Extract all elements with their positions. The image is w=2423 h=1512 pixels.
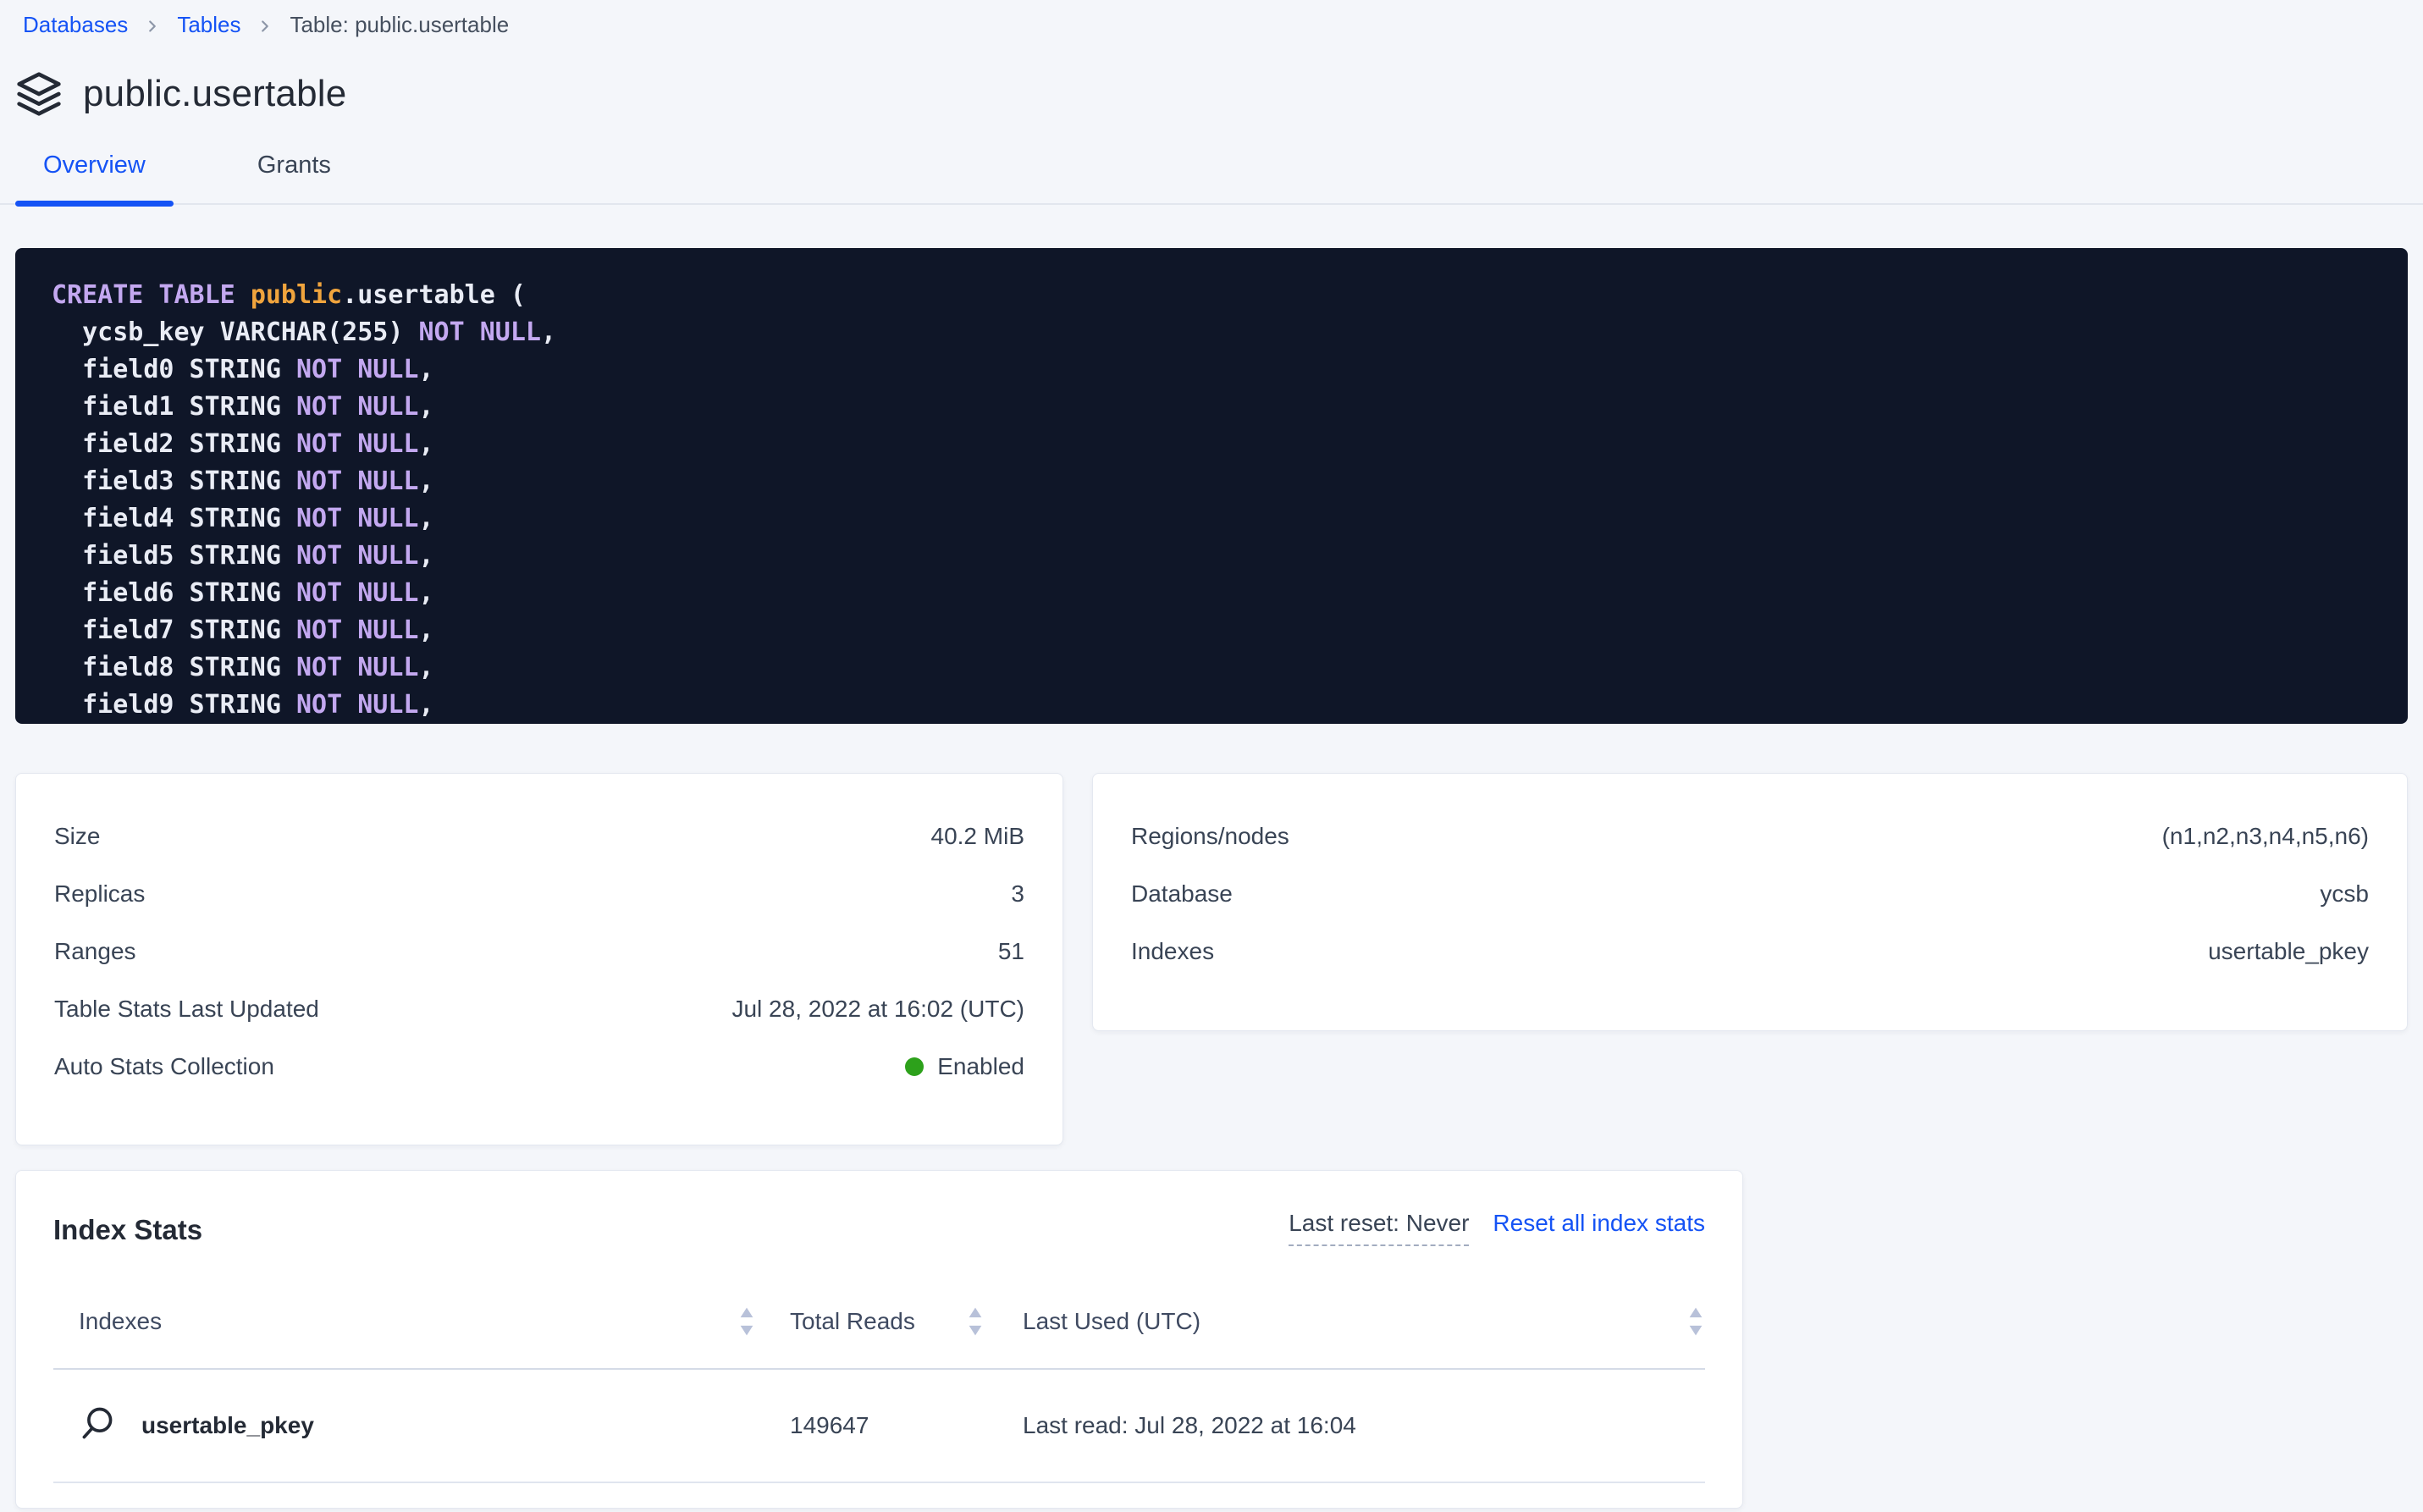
- detail-cards: Size 40.2 MiB Replicas 3 Ranges 51 Table Stats…: [15, 773, 2408, 1145]
- sql-line: field6 STRING NOT NULL,: [52, 575, 2374, 612]
- last-used-value: Last read: Jul 28, 2022 at 16:04: [1023, 1412, 1356, 1439]
- index-name-cell: usertable_pkey: [53, 1404, 756, 1448]
- page-title: public.usertable: [83, 73, 346, 115]
- index-stats-title: Index Stats: [53, 1214, 202, 1246]
- index-table-header: Indexes Total Reads Last Used (UTC): [53, 1275, 1705, 1370]
- sql-line: field3 STRING NOT NULL,: [52, 463, 2374, 500]
- column-label: Indexes: [79, 1308, 162, 1335]
- stat-row: Regions/nodes (n1,n2,n3,n4,n5,n6): [1131, 808, 2369, 865]
- stat-row: Replicas 3: [54, 865, 1024, 923]
- stat-row: Ranges 51: [54, 923, 1024, 980]
- table-info-card: Regions/nodes (n1,n2,n3,n4,n5,n6) Database…: [1092, 773, 2408, 1031]
- chevron-right-icon: [143, 17, 162, 36]
- index-name: usertable_pkey: [141, 1412, 314, 1439]
- sql-line: field1 STRING NOT NULL,: [52, 389, 2374, 426]
- stat-value: ycsb: [2320, 880, 2369, 908]
- tab-overview[interactable]: Overview: [15, 152, 174, 203]
- page-header: public.usertable: [15, 70, 2423, 118]
- stat-label: Auto Stats Collection: [54, 1053, 274, 1080]
- column-label: Total Reads: [790, 1308, 915, 1335]
- layers-icon: [15, 70, 63, 118]
- stat-label: Size: [54, 823, 100, 850]
- index-stats-header: Index Stats Last reset: Never Reset all …: [53, 1171, 1705, 1246]
- table-stats-card: Size 40.2 MiB Replicas 3 Ranges 51 Table Stats…: [15, 773, 1063, 1145]
- reset-index-stats-link[interactable]: Reset all index stats: [1493, 1210, 1705, 1237]
- sql-line: field9 STRING NOT NULL,: [52, 687, 2374, 724]
- sql-line: field0 STRING NOT NULL,: [52, 351, 2374, 389]
- breadcrumb-link-databases[interactable]: Databases: [23, 12, 128, 38]
- stat-row: Indexes usertable_pkey: [1131, 923, 2369, 980]
- stat-value: usertable_pkey: [2208, 938, 2369, 965]
- breadcrumb-current: Table: public.usertable: [290, 12, 509, 38]
- index-table-row: usertable_pkey 149647 Last read: Jul 28,…: [53, 1370, 1705, 1483]
- sort-icon[interactable]: [1686, 1306, 1705, 1337]
- stat-row: Auto Stats Collection Enabled: [54, 1038, 1024, 1095]
- stat-row: Size 40.2 MiB: [54, 808, 1024, 865]
- stat-value: Enabled: [905, 1053, 1024, 1080]
- last-used-cell: Last read: Jul 28, 2022 at 16:04: [985, 1412, 1705, 1439]
- stat-row: Database ycsb: [1131, 865, 2369, 923]
- sql-line: CREATE TABLE public.usertable (: [52, 277, 2374, 314]
- stat-label: Replicas: [54, 880, 145, 908]
- sql-line: field4 STRING NOT NULL,: [52, 500, 2374, 538]
- column-header-last-used[interactable]: Last Used (UTC): [985, 1306, 1705, 1337]
- stat-value: 40.2 MiB: [931, 823, 1025, 850]
- stat-value: 51: [998, 938, 1024, 965]
- breadcrumb: Databases Tables Table: public.usertable: [0, 0, 2423, 38]
- stat-label: Regions/nodes: [1131, 823, 1289, 850]
- sort-icon[interactable]: [966, 1306, 985, 1337]
- sql-line: field2 STRING NOT NULL,: [52, 426, 2374, 463]
- last-reset-label: Last reset: Never: [1289, 1210, 1469, 1246]
- sql-line: field5 STRING NOT NULL,: [52, 538, 2374, 575]
- total-reads-cell: 149647: [756, 1412, 985, 1439]
- stat-label: Table Stats Last Updated: [54, 996, 319, 1023]
- sql-code: CREATE TABLE public.usertable ( ycsb_key…: [15, 248, 2408, 724]
- column-header-total-reads[interactable]: Total Reads: [756, 1306, 985, 1337]
- stat-label: Indexes: [1131, 938, 1214, 965]
- search-icon: [79, 1404, 116, 1448]
- sql-line: ycsb_key VARCHAR(255) NOT NULL,: [52, 314, 2374, 351]
- stat-row: Table Stats Last Updated Jul 28, 2022 at …: [54, 980, 1024, 1038]
- stat-label: Ranges: [54, 938, 136, 965]
- stat-label: Database: [1131, 880, 1233, 908]
- column-header-indexes[interactable]: Indexes: [53, 1306, 756, 1337]
- stat-value: Jul 28, 2022 at 16:02 (UTC): [731, 996, 1024, 1023]
- table-details-page: Databases Tables Table: public.usertable…: [0, 0, 2423, 1512]
- tab-grants[interactable]: Grants: [229, 152, 359, 203]
- breadcrumb-link-tables[interactable]: Tables: [177, 12, 240, 38]
- sql-line: field7 STRING NOT NULL,: [52, 612, 2374, 649]
- chevron-right-icon: [256, 17, 274, 36]
- status-dot-icon: [905, 1057, 924, 1076]
- tab-bar: Overview Grants: [0, 152, 2423, 205]
- stat-value: 3: [1011, 880, 1024, 908]
- index-stats-card: Index Stats Last reset: Never Reset all …: [15, 1170, 1743, 1509]
- sql-line: field8 STRING NOT NULL,: [52, 649, 2374, 687]
- column-label: Last Used (UTC): [1023, 1308, 1200, 1335]
- index-stats-controls: Last reset: Never Reset all index stats: [1289, 1210, 1705, 1246]
- sort-icon[interactable]: [737, 1306, 756, 1337]
- total-reads-value: 149647: [790, 1412, 869, 1439]
- stat-value: (n1,n2,n3,n4,n5,n6): [2162, 823, 2369, 850]
